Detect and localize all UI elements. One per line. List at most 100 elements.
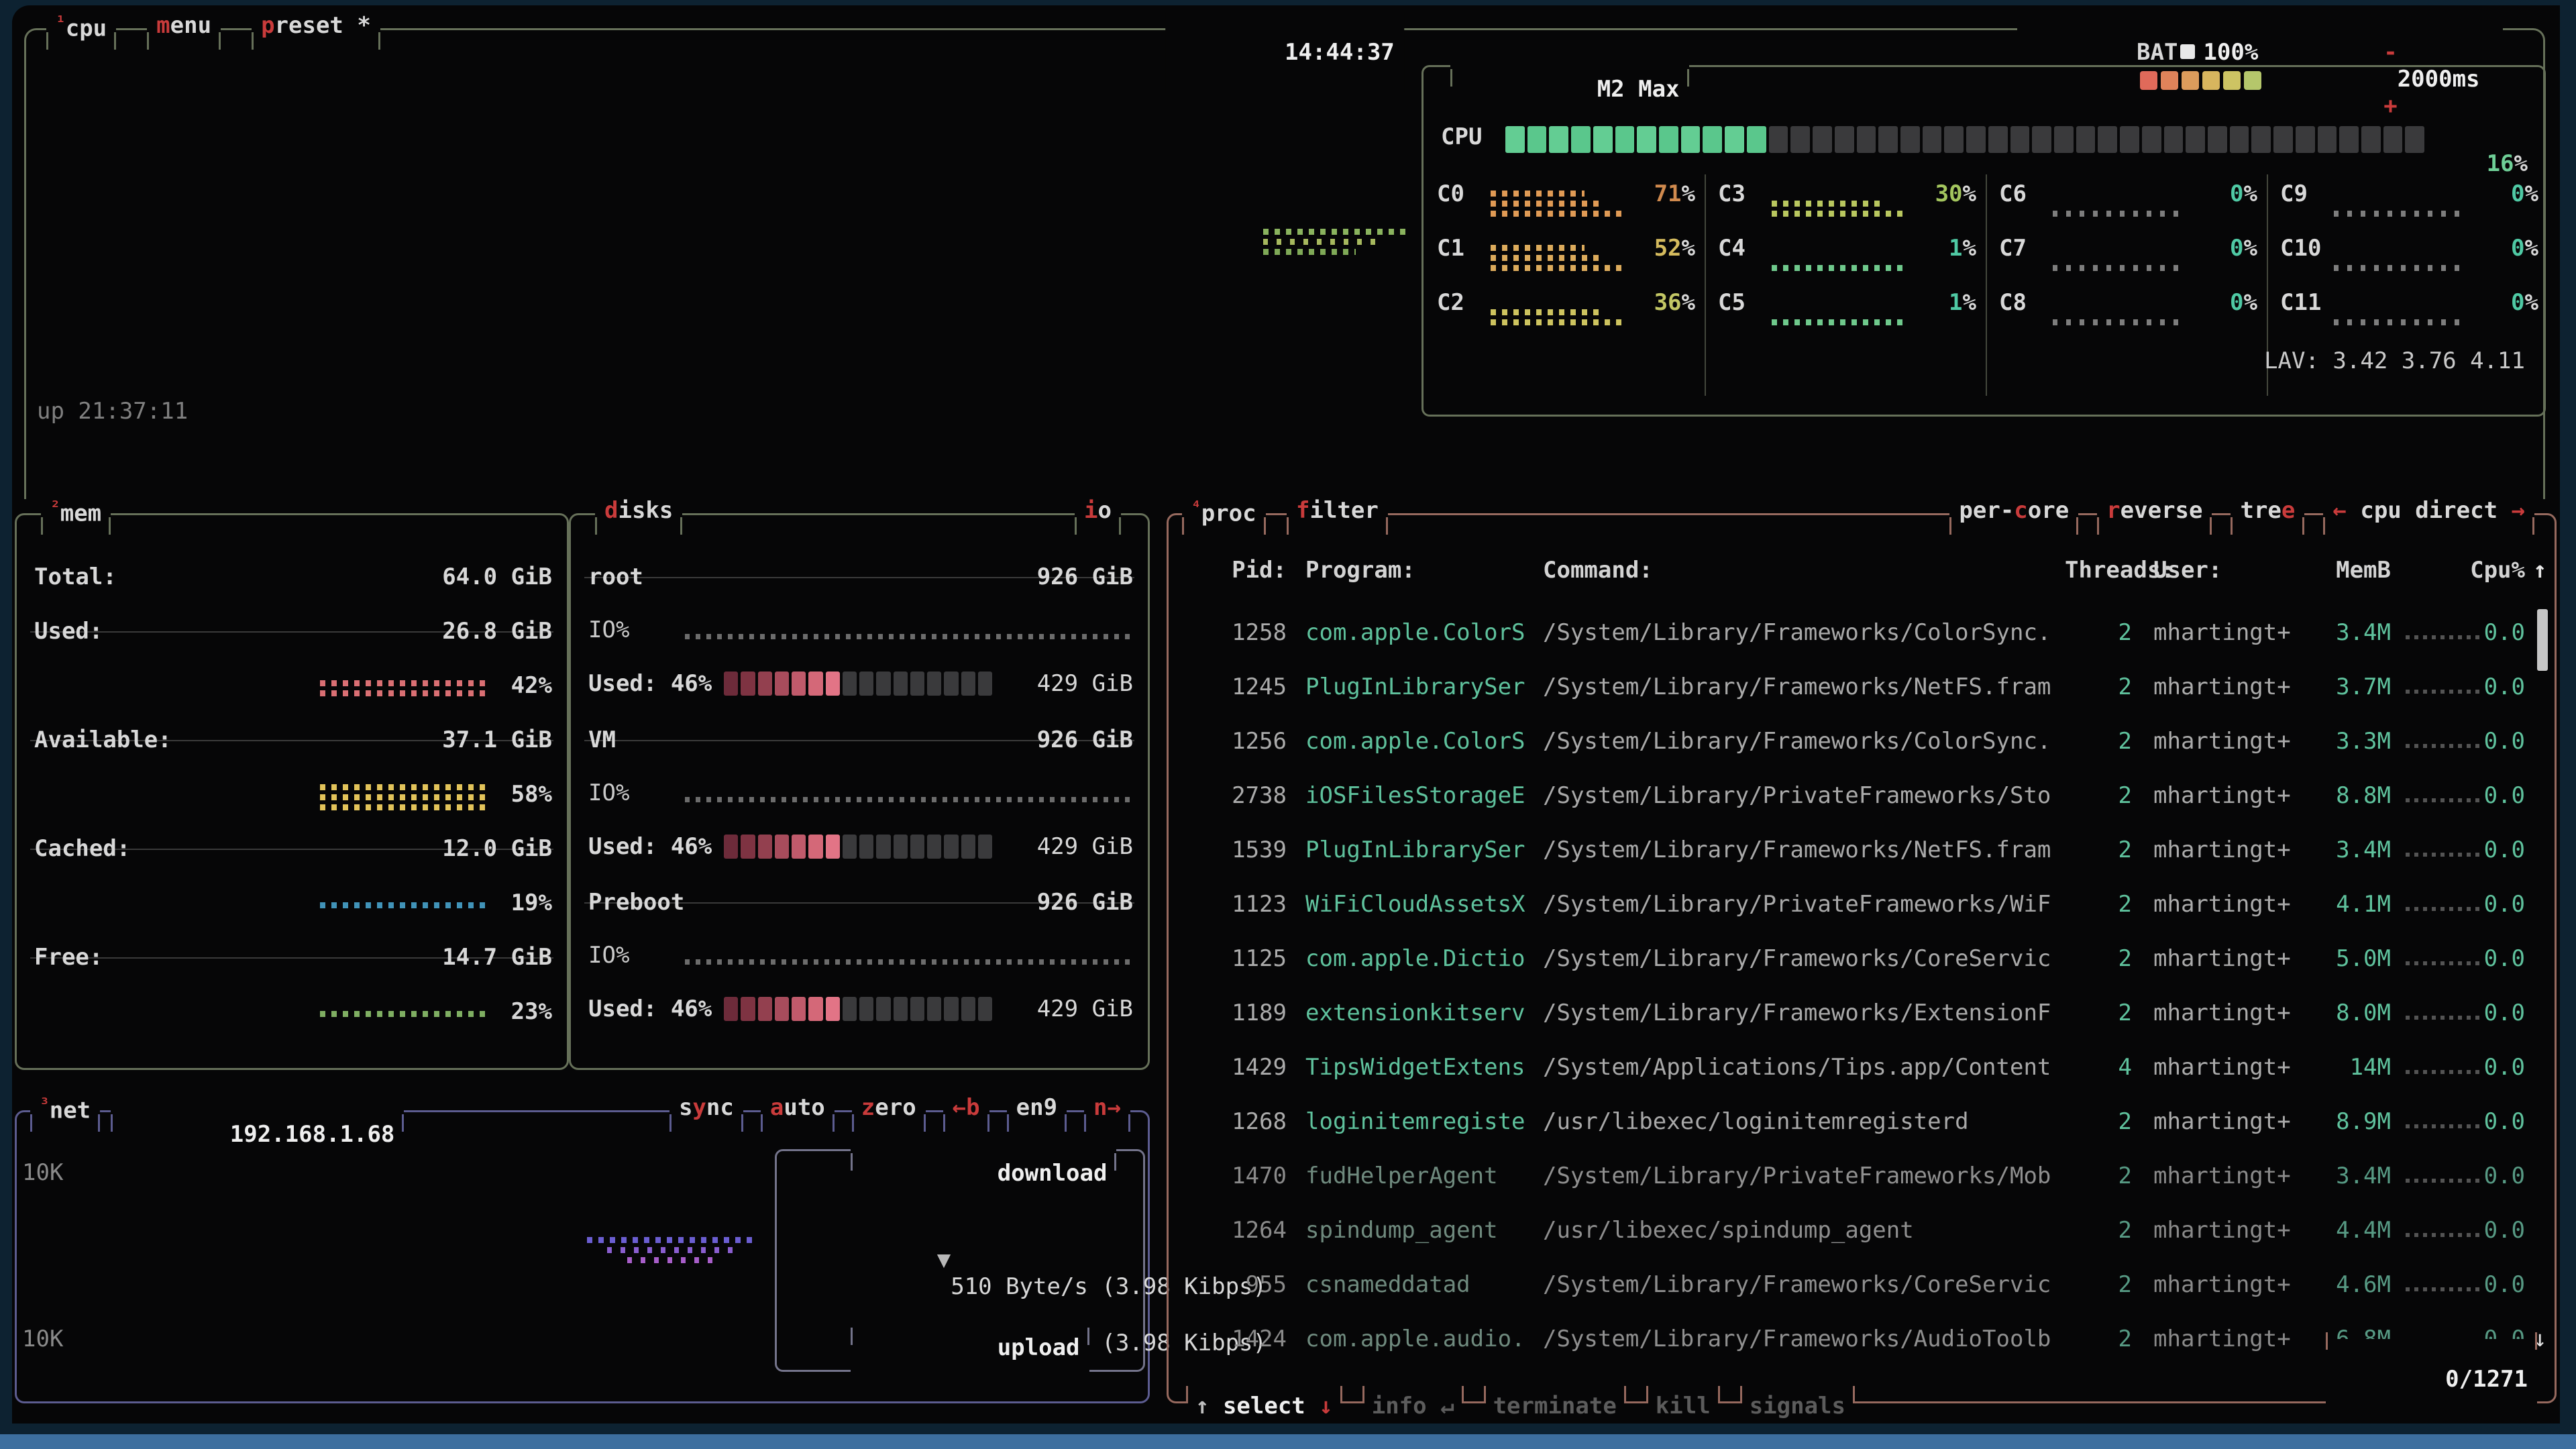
proc-cell-cmd: /System/Library/Frameworks/NetFS.fram <box>1543 828 2051 871</box>
proc-cell-user: mhartingt+ <box>2153 991 2291 1034</box>
tab-mem[interactable]: ²mem <box>41 497 111 527</box>
down-arrow-icon: ▼ <box>937 1246 951 1273</box>
proc-cell-thr: 2 <box>2065 1263 2132 1306</box>
core-usage-graph <box>2334 315 2468 325</box>
filter-button[interactable]: filter <box>1287 497 1388 524</box>
proc-cell-mem: 4.1M <box>2275 883 2391 926</box>
select-button[interactable]: ↑ select ↓ <box>1186 1393 1342 1419</box>
core-c10: C100% <box>2267 225 2548 276</box>
interval-decrease-button[interactable]: - <box>2383 39 2397 66</box>
info-button[interactable]: info ↵ <box>1362 1393 1464 1419</box>
proc-cell-user: mhartingt+ <box>2153 937 2291 980</box>
process-row[interactable]: 1429TipsWidgetExtens/System/Applications… <box>1169 1046 2555 1089</box>
net-address: 192.168.1.68 <box>111 1094 404 1175</box>
process-row[interactable]: 1470fudHelperAgent/System/Library/Privat… <box>1169 1155 2555 1197</box>
mem-meter-row: 23% <box>17 990 567 1033</box>
disk-size: 926 GiB <box>1037 555 1133 598</box>
col-header-cpu[interactable]: Cpu% <box>2443 557 2525 590</box>
core-c4: C41% <box>1705 225 1986 276</box>
reverse-button[interactable]: reverse <box>2097 497 2212 524</box>
proc-cell-thr: 4 <box>2065 1046 2132 1089</box>
process-row[interactable]: 1539PlugInLibrarySer/System/Library/Fram… <box>1169 828 2555 871</box>
mem-cpu-dots <box>2406 1179 2483 1183</box>
core-percent: 0% <box>2267 180 2538 207</box>
terminate-button[interactable]: terminate <box>1484 1393 1626 1419</box>
cpu-panel: ¹cpumenupreset * 14:44:37 BAT100% - 2000… <box>24 28 2545 499</box>
sync-button[interactable]: sync <box>669 1094 743 1121</box>
core-c6: C60% <box>1986 171 2267 222</box>
proc-cell-thr: 2 <box>2065 991 2132 1034</box>
mem-label: Cached: <box>34 827 130 870</box>
sort-selector[interactable]: ← cpu direct → <box>2323 497 2534 524</box>
col-header-threads[interactable]: Threads: <box>2065 557 2132 590</box>
proc-cell-prog: com.apple.ColorS <box>1305 611 1525 654</box>
process-row[interactable]: 1189extensionkitserv/System/Library/Fram… <box>1169 991 2555 1034</box>
zero-button[interactable]: zero <box>852 1094 926 1121</box>
proc-cell-user: mhartingt+ <box>2153 611 2291 654</box>
col-header-command[interactable]: Command: <box>1543 557 1653 590</box>
col-header-program[interactable]: Program: <box>1305 557 1415 590</box>
proc-cell-cpu: 0.0 <box>2443 665 2525 708</box>
tab-net[interactable]: ³net <box>30 1094 100 1124</box>
tab-disks[interactable]: disks <box>595 497 682 524</box>
process-row[interactable]: 1125com.apple.Dictio/System/Library/Fram… <box>1169 937 2555 980</box>
tab-proc[interactable]: ⁴proc <box>1182 497 1266 527</box>
mem-meter <box>320 780 488 810</box>
proc-cell-pid: 1429 <box>1169 1046 1287 1089</box>
disk-used-row: Used: 46%429 GiB <box>571 662 1148 705</box>
prev-iface-button[interactable]: ←b <box>943 1094 989 1121</box>
proc-cell-pid: 1424 <box>1169 1318 1287 1360</box>
mem-row-free: Free:14.7 GiB <box>17 936 567 979</box>
proc-cell-mem: 3.3M <box>2275 720 2391 763</box>
mem-meter-row: 19% <box>17 881 567 924</box>
signals-button[interactable]: signals <box>1740 1393 1855 1419</box>
process-row[interactable]: 1258com.apple.ColorS/System/Library/Fram… <box>1169 611 2555 654</box>
next-iface-button[interactable]: n→ <box>1084 1094 1130 1121</box>
mem-value: 26.8 GiB <box>442 610 552 653</box>
tab-io[interactable]: io <box>1075 497 1121 524</box>
proc-scrollbar[interactable] <box>2537 609 2548 671</box>
core-percent: 0% <box>1986 289 2257 316</box>
core-percent: 0% <box>1986 180 2257 207</box>
cpu-model-title: M2 Max <box>1450 49 1689 129</box>
mem-cpu-dots <box>2406 798 2483 802</box>
tree-button[interactable]: tree <box>2231 497 2304 524</box>
core-percent: 1% <box>1705 235 1976 262</box>
sort-direction-icon[interactable]: ↑ <box>2533 557 2546 590</box>
col-header-pid[interactable]: Pid: <box>1169 557 1287 590</box>
process-row[interactable]: 1245PlugInLibrarySer/System/Library/Fram… <box>1169 665 2555 708</box>
mem-row-cached: Cached:12.0 GiB <box>17 827 567 870</box>
process-row[interactable]: 955csnameddatad/System/Library/Framework… <box>1169 1263 2555 1306</box>
process-row[interactable]: 1123WiFiCloudAssetsX/System/Library/Priv… <box>1169 883 2555 926</box>
process-row[interactable]: 1256com.apple.ColorS/System/Library/Fram… <box>1169 720 2555 763</box>
proc-cell-pid: 1245 <box>1169 665 1287 708</box>
interface-label[interactable]: en9 <box>1007 1094 1067 1121</box>
proc-cell-cmd: /usr/libexec/spindump_agent <box>1543 1209 1914 1252</box>
proc-cell-cmd: /System/Library/Frameworks/NetFS.fram <box>1543 665 2051 708</box>
proc-cell-mem: 14M <box>2275 1046 2391 1089</box>
per-core-button[interactable]: per-core <box>1949 497 2078 524</box>
process-row[interactable]: 2738iOSFilesStorageE/System/Library/Priv… <box>1169 774 2555 817</box>
mem-value: 37.1 GiB <box>442 718 552 761</box>
proc-cell-user: mhartingt+ <box>2153 1209 2291 1252</box>
core-c9: C90% <box>2267 171 2548 222</box>
disk-io-row: IO% <box>571 608 1148 651</box>
core-percent: 71% <box>1424 180 1695 207</box>
proc-cell-cpu: 0.0 <box>2443 937 2525 980</box>
preset-button[interactable]: preset * <box>252 12 380 39</box>
kill-button[interactable]: kill <box>1646 1393 1720 1419</box>
proc-cell-cmd: /System/Library/Frameworks/ColorSync. <box>1543 720 2051 763</box>
proc-cell-prog: loginitemregiste <box>1305 1100 1525 1143</box>
auto-button[interactable]: auto <box>761 1094 835 1121</box>
process-row[interactable]: 1264spindump_agent/usr/libexec/spindump_… <box>1169 1209 2555 1252</box>
col-header-mem[interactable]: MemB <box>2275 557 2391 590</box>
col-header-user[interactable]: User: <box>2153 557 2222 590</box>
process-row[interactable]: 1268loginitemregiste/usr/libexec/loginit… <box>1169 1100 2555 1143</box>
load-average: LAV: 3.42 3.76 4.11 <box>2264 347 2525 374</box>
proc-cell-cpu: 0.0 <box>2443 1155 2525 1197</box>
menu-button[interactable]: menu <box>147 12 221 39</box>
proc-cell-prog: PlugInLibrarySer <box>1305 828 1525 871</box>
proc-cell-thr: 2 <box>2065 1318 2132 1360</box>
proc-cell-cpu: 0.0 <box>2443 1263 2525 1306</box>
io-activity-graph <box>685 959 1133 965</box>
